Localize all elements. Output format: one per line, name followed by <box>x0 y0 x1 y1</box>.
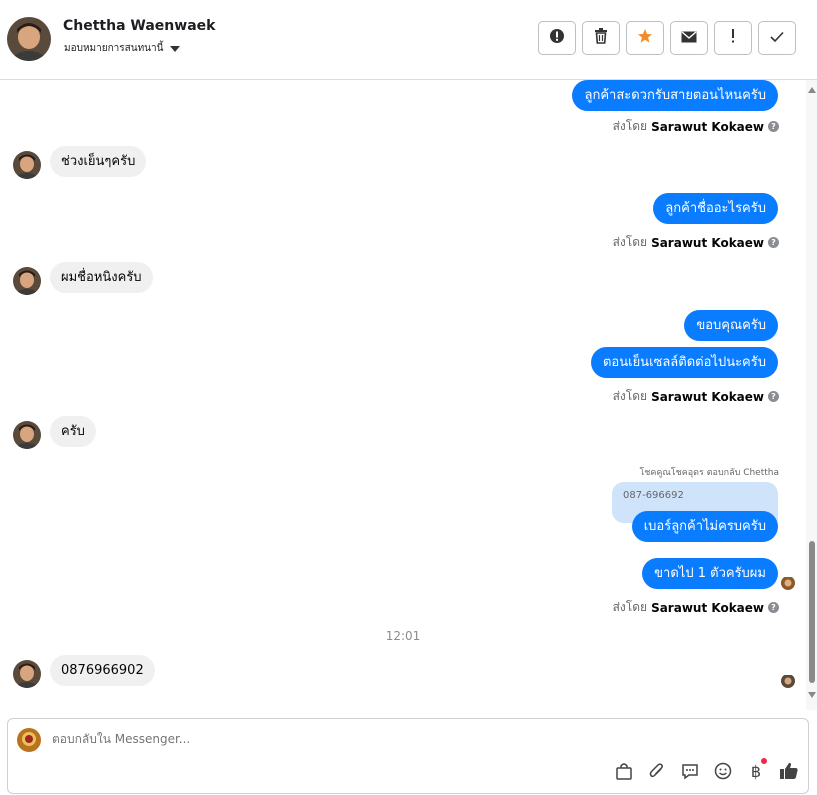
incoming-message[interactable]: ผมชื่อหนิงครับ <box>50 262 153 293</box>
scrollbar-thumb[interactable] <box>809 541 815 683</box>
scroll-up-icon[interactable] <box>808 87 816 93</box>
sent-by-label: ส่งโดย Sarawut Kokaew? <box>613 387 779 406</box>
outgoing-message[interactable]: ลูกค้าชื่ออะไรครับ <box>653 193 778 224</box>
exclamation-circle-icon <box>549 28 565 48</box>
scroll-down-icon[interactable] <box>808 692 816 698</box>
baht-icon[interactable]: ฿ <box>746 758 767 781</box>
contact-avatar-small <box>13 267 41 295</box>
exclamation-icon <box>730 28 736 48</box>
timestamp: 12:01 <box>385 629 421 643</box>
message-thread[interactable]: ลูกค้าสะดวกรับสายตอนไหนครับ ส่งโดย Sarawu… <box>0 80 806 710</box>
star-icon <box>637 28 653 48</box>
incoming-message[interactable]: ช่วงเย็นๆครับ <box>50 146 147 177</box>
outgoing-message[interactable]: ลูกค้าสะดวกรับสายตอนไหนครับ <box>572 80 778 111</box>
outgoing-message[interactable]: ขาดไป 1 ตัวครับผม <box>642 558 778 589</box>
contact-avatar-small <box>13 660 41 688</box>
outgoing-message[interactable]: เบอร์ลูกค้าไม่ครบครับ <box>631 511 778 542</box>
help-icon[interactable]: ? <box>768 391 779 402</box>
paperclip-icon[interactable] <box>647 761 667 781</box>
notification-dot <box>761 758 767 764</box>
incoming-message[interactable]: 0876966902 <box>50 655 155 686</box>
emoji-icon[interactable] <box>713 761 733 781</box>
contact-avatar-small <box>13 151 41 179</box>
follow-up-button[interactable] <box>714 21 752 55</box>
star-button[interactable] <box>626 21 664 55</box>
message-input[interactable] <box>52 732 752 746</box>
help-icon[interactable]: ? <box>768 602 779 613</box>
sent-by-label: ส่งโดย Sarawut Kokaew? <box>613 233 779 252</box>
assign-conversation-dropdown[interactable]: มอบหมายการสนทนานี้ <box>64 41 181 56</box>
assign-label: มอบหมายการสนทนานี้ <box>64 43 164 54</box>
incoming-message[interactable]: ครับ <box>50 416 96 447</box>
outgoing-message[interactable]: ตอนเย็นเซลล์ติดต่อไปนะครับ <box>590 347 778 378</box>
chat-scrollbar[interactable] <box>806 80 817 710</box>
page-avatar <box>17 728 41 752</box>
conversation-toolbar <box>538 21 796 55</box>
help-icon[interactable]: ? <box>768 121 779 132</box>
check-icon <box>770 29 784 47</box>
conversation-header: Chettha Waenwaek มอบหมายการสนทนานี้ <box>0 0 817 80</box>
caret-down-icon <box>170 45 181 52</box>
seen-avatar <box>781 674 795 688</box>
contact-avatar[interactable] <box>7 17 51 61</box>
sent-by-label: ส่งโดย Sarawut Kokaew? <box>613 598 779 617</box>
help-icon[interactable]: ? <box>768 237 779 248</box>
thumbs-up-icon[interactable] <box>779 761 799 781</box>
contact-avatar-small <box>13 421 41 449</box>
composer-actions: ฿ <box>614 758 799 781</box>
delete-button[interactable] <box>582 21 620 55</box>
bag-icon[interactable] <box>614 761 634 781</box>
sent-by-label: ส่งโดย Sarawut Kokaew? <box>613 117 779 136</box>
reply-composer: ฿ <box>7 718 809 794</box>
spam-button[interactable] <box>538 21 576 55</box>
contact-name[interactable]: Chettha Waenwaek <box>63 18 215 34</box>
outgoing-message[interactable]: ขอบคุณครับ <box>684 310 778 341</box>
chat-bubble-icon[interactable] <box>680 761 700 781</box>
trash-icon <box>594 28 608 48</box>
email-button[interactable] <box>670 21 708 55</box>
seen-avatar <box>781 576 795 590</box>
envelope-icon <box>681 29 697 47</box>
reply-note: โชคคูณโชคอุดร ตอบกลับ Chettha <box>639 468 779 478</box>
mark-done-button[interactable] <box>758 21 796 55</box>
